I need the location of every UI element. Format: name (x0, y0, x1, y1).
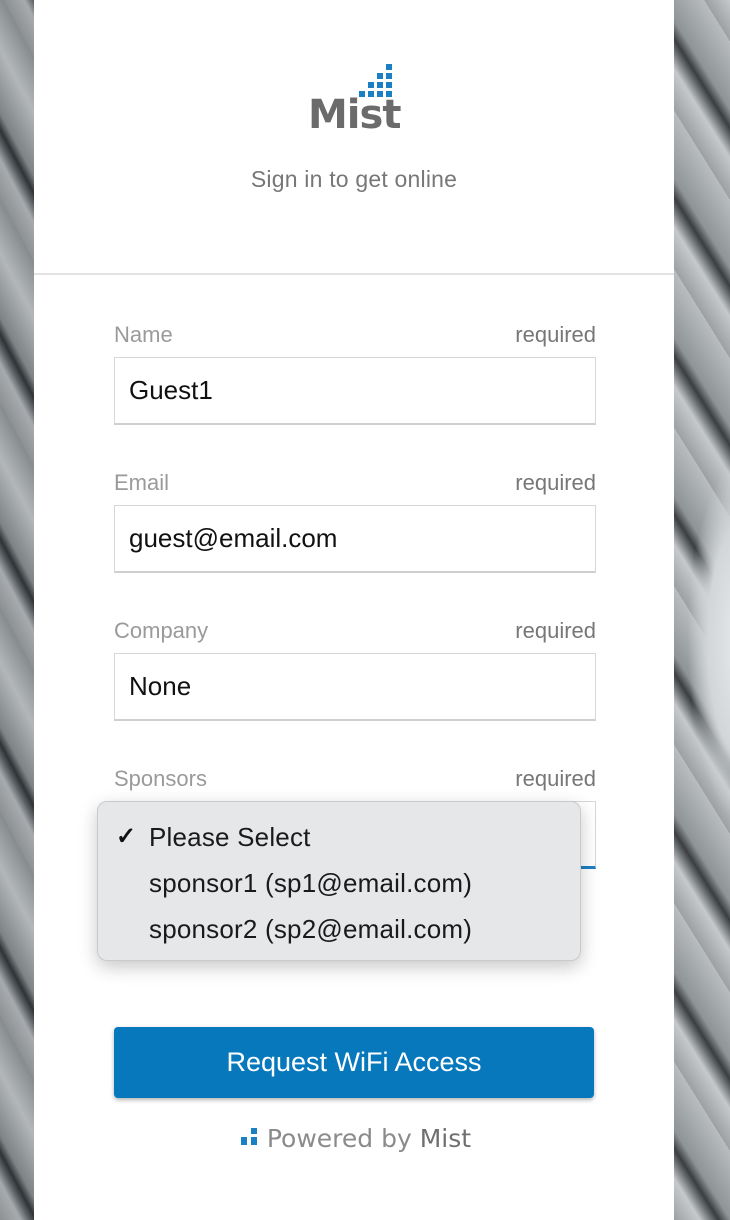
company-input[interactable] (114, 653, 596, 721)
dropdown-option-sponsor1[interactable]: sponsor1 (sp1@email.com) (98, 860, 580, 906)
background-photo-right (674, 0, 730, 1220)
option-label: Please Select (149, 822, 311, 852)
name-field-group: Name required (114, 318, 596, 466)
sponsors-dropdown-menu: ✓ Please Select sponsor1 (sp1@email.com)… (97, 801, 581, 961)
logo-text: Mist (308, 92, 401, 138)
login-card: Mist Sign in to get online Name required… (34, 0, 674, 1220)
company-field-group: Company required (114, 614, 596, 762)
option-label: sponsor1 (sp1@email.com) (149, 868, 473, 898)
powered-by-brand: Mist (419, 1124, 472, 1153)
dropdown-option-please-select[interactable]: ✓ Please Select (98, 814, 580, 860)
email-field-group: Email required (114, 466, 596, 614)
name-required-note: required (515, 322, 596, 347)
company-required-note: required (515, 618, 596, 643)
tagline: Sign in to get online (250, 166, 458, 192)
card-header: Mist Sign in to get online (34, 0, 674, 275)
dropdown-option-sponsor2[interactable]: sponsor2 (sp2@email.com) (98, 906, 580, 952)
powered-by-footer: Powered by Mist (34, 1124, 674, 1153)
company-label: Company (114, 618, 209, 643)
mist-mini-logo-icon (237, 1128, 259, 1148)
request-wifi-access-button[interactable]: Request WiFi Access (114, 1027, 594, 1098)
email-input[interactable] (114, 505, 596, 573)
email-label: Email (114, 470, 170, 495)
checkmark-icon: ✓ (116, 823, 137, 850)
name-input[interactable] (114, 357, 596, 425)
sponsors-label: Sponsors (114, 766, 207, 791)
sponsors-required-note: required (515, 766, 596, 791)
email-required-note: required (515, 470, 596, 495)
name-label: Name (114, 322, 173, 347)
mist-logo-icon: Mist (306, 60, 406, 140)
option-label: sponsor2 (sp2@email.com) (149, 914, 473, 944)
powered-by-text: Powered by (266, 1124, 412, 1153)
